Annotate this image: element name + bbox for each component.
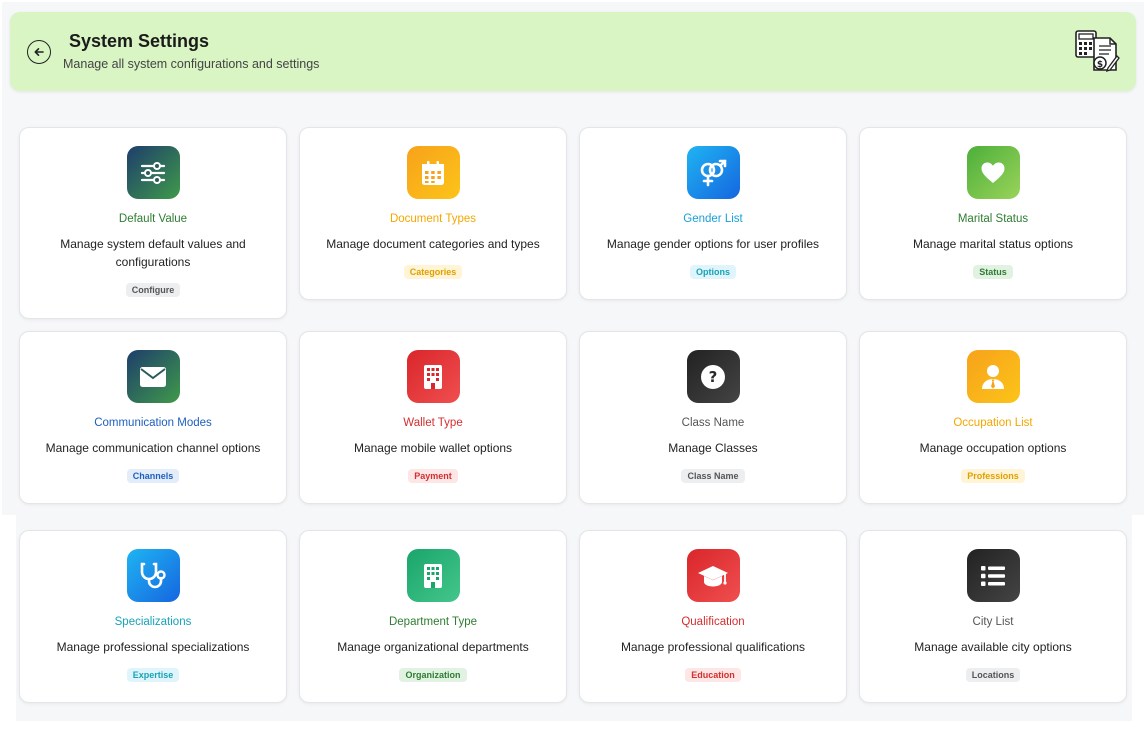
icon-tile [126,146,180,199]
card-title: Document Types [389,213,477,225]
card-badge: Payment [408,469,458,483]
card-communication-modes[interactable]: Communication Modes Manage communication… [19,331,287,504]
card-title: Qualification [681,616,745,628]
icon-tile [406,350,460,403]
card-title: Gender List [683,213,743,225]
card-description: Manage marital status options [912,237,1074,251]
card-badge: Professions [961,469,1025,483]
card-description: Manage professional specializations [56,640,250,654]
card-description: Manage available city options [914,640,1072,654]
card-department-type[interactable]: Department Type Manage organizational de… [299,530,567,703]
envelope-icon [140,366,166,387]
card-document-types[interactable]: Document Types Manage document categorie… [299,127,567,300]
question-icon: ? [701,364,725,389]
heart-icon [981,162,1005,183]
card-title: Department Type [388,616,477,628]
card-badge: Status [973,265,1013,279]
card-title: Specializations [114,616,192,628]
card-description: Manage system default values and configu… [60,237,246,269]
icon-tile [966,146,1020,199]
card-class-name[interactable]: ? Class Name Manage Classes Class Name [579,331,847,504]
card-description: Manage organizational departments [337,640,529,654]
icon-tile [126,549,180,602]
card-title: City List [972,616,1014,628]
card-title: Occupation List [953,417,1033,429]
card-badge: Education [685,668,741,682]
card-wallet-type[interactable]: Wallet Type Manage mobile wallet options… [299,331,567,504]
card-badge: Expertise [126,668,180,682]
card-description: Manage communication channel options [45,441,261,455]
svg-text:?: ? [709,368,718,386]
icon-tile [126,350,180,403]
card-city-list[interactable]: City List Manage available city options … [859,530,1127,703]
calculator-invoice-icon: $ [1075,30,1120,73]
calendar-icon [422,160,444,185]
stethoscope-icon [140,562,166,588]
card-title: Wallet Type [403,417,463,429]
card-description: Manage professional qualifications [620,640,806,654]
card-badge: Categories [403,265,463,279]
icon-tile [966,350,1020,403]
back-button[interactable] [27,40,51,64]
page-subtitle: Manage all system configurations and set… [63,57,320,71]
icon-tile [406,146,460,199]
building-icon [424,364,442,389]
icon-tile [966,549,1020,602]
card-badge: Organization [399,668,467,682]
card-gender-list[interactable]: Gender List Manage gender options for us… [579,127,847,300]
card-default-value[interactable]: Default Value Manage system default valu… [19,127,287,319]
card-badge: Configure [125,283,181,297]
card-marital-status[interactable]: Marital Status Manage marital status opt… [859,127,1127,300]
card-badge: Locations [965,668,1021,682]
card-title: Default Value [118,213,188,225]
icon-tile: ? [686,350,740,403]
graduation-cap-icon [698,565,728,586]
icon-tile [686,146,740,199]
card-occupation-list[interactable]: Occupation List Manage occupation option… [859,331,1127,504]
card-description: Manage mobile wallet options [353,441,513,455]
card-title: Marital Status [957,213,1029,225]
arrow-left-icon [34,48,44,56]
icon-tile [406,549,460,602]
card-badge: Class Name [681,469,745,483]
user-tie-icon [982,364,1004,389]
page-title: System Settings [69,31,210,51]
list-icon [981,565,1005,586]
card-description: Manage gender options for user profiles [606,237,820,251]
card-description: Manage Classes [668,441,758,455]
page-header: System Settings Manage all system config… [10,12,1136,91]
card-specializations[interactable]: Specializations Manage professional spec… [19,530,287,703]
card-description: Manage document categories and types [326,237,540,251]
icon-tile [686,549,740,602]
card-qualification[interactable]: Qualification Manage professional qualif… [579,530,847,703]
sliders-icon [140,161,166,184]
gender-icon [700,159,727,186]
svg-text:$: $ [1097,60,1103,70]
office-icon [424,563,442,588]
card-description: Manage occupation options [919,441,1067,455]
card-badge: Channels [126,469,180,483]
card-badge: Options [690,265,736,279]
card-title: Class Name [681,417,745,429]
card-title: Communication Modes [94,417,212,429]
